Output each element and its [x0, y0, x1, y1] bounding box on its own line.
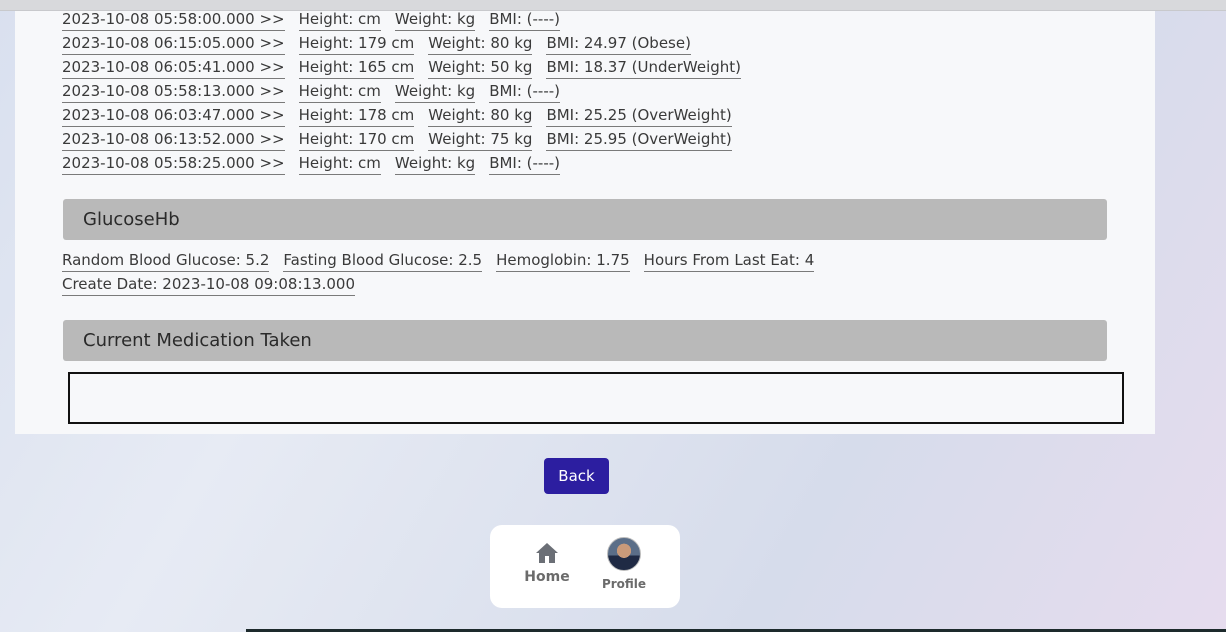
record-bmi: BMI: 18.37 (UnderWeight) [546, 57, 742, 79]
record-bmi: BMI: (----) [489, 81, 561, 103]
record-weight: Weight: 80 kg [428, 105, 533, 127]
list-item: 2023-10-08 05:58:13.000 >> Height: cm We… [62, 81, 1142, 105]
record-weight: Weight: 50 kg [428, 57, 533, 79]
record-date: 2023-10-08 06:05:41.000 >> [62, 57, 285, 79]
list-item: 2023-10-08 05:58:25.000 >> Height: cm We… [62, 153, 1142, 177]
record-date: 2023-10-08 05:58:25.000 >> [62, 153, 285, 175]
record-height: Height: cm [298, 9, 381, 31]
list-item: 2023-10-08 05:58:00.000 >> Height: cm We… [62, 9, 1142, 33]
hours-from-last-eat: Hours From Last Eat: 4 [643, 250, 815, 272]
list-item: 2023-10-08 06:05:41.000 >> Height: 165 c… [62, 57, 1142, 81]
record-weight: Weight: 75 kg [428, 129, 533, 151]
bottom-nav: Home Profile [490, 525, 680, 608]
nav-profile[interactable]: Profile [598, 537, 650, 591]
record-date: 2023-10-08 05:58:13.000 >> [62, 81, 285, 103]
create-date: Create Date: 2023-10-08 09:08:13.000 [62, 274, 355, 296]
record-weight: Weight: kg [394, 81, 476, 103]
record-height: Height: cm [298, 81, 381, 103]
record-height: Height: 165 cm [298, 57, 415, 79]
record-date: 2023-10-08 06:15:05.000 >> [62, 33, 285, 55]
glucose-section-header: GlucoseHb [63, 199, 1107, 240]
record-bmi: BMI: 24.97 (Obese) [546, 33, 691, 55]
medication-box [68, 372, 1124, 424]
nav-home-label: Home [524, 569, 570, 585]
record-height: Height: 170 cm [298, 129, 415, 151]
medication-section-header: Current Medication Taken [63, 320, 1107, 361]
record-bmi: BMI: 25.25 (OverWeight) [546, 105, 732, 127]
list-item: 2023-10-08 06:15:05.000 >> Height: 179 c… [62, 33, 1142, 57]
hemoglobin: Hemoglobin: 1.75 [496, 250, 630, 272]
record-date: 2023-10-08 05:58:00.000 >> [62, 9, 285, 31]
random-glucose: Random Blood Glucose: 5.2 [62, 250, 270, 272]
health-record-card: 2023-10-08 05:58:00.000 >> Height: cm We… [15, 9, 1155, 434]
record-bmi: BMI: 25.95 (OverWeight) [546, 129, 732, 151]
glucose-details: Random Blood Glucose: 5.2 Fasting Blood G… [62, 248, 1072, 296]
nav-profile-label: Profile [601, 577, 647, 591]
avatar [607, 537, 641, 571]
record-bmi: BMI: (----) [489, 9, 561, 31]
list-item: 2023-10-08 06:03:47.000 >> Height: 178 c… [62, 105, 1142, 129]
record-height: Height: 178 cm [298, 105, 415, 127]
back-button[interactable]: Back [544, 458, 609, 494]
list-item: 2023-10-08 06:13:52.000 >> Height: 170 c… [62, 129, 1142, 153]
record-weight: Weight: 80 kg [428, 33, 533, 55]
record-weight: Weight: kg [394, 9, 476, 31]
record-height: Height: cm [298, 153, 381, 175]
nav-home[interactable]: Home [520, 541, 574, 585]
home-icon [536, 543, 558, 563]
record-weight: Weight: kg [394, 153, 476, 175]
record-date: 2023-10-08 06:13:52.000 >> [62, 129, 285, 151]
record-height: Height: 179 cm [298, 33, 415, 55]
bmi-history-list: 2023-10-08 05:58:00.000 >> Height: cm We… [62, 9, 1142, 177]
fasting-glucose: Fasting Blood Glucose: 2.5 [283, 250, 483, 272]
record-bmi: BMI: (----) [489, 153, 561, 175]
record-date: 2023-10-08 06:03:47.000 >> [62, 105, 285, 127]
